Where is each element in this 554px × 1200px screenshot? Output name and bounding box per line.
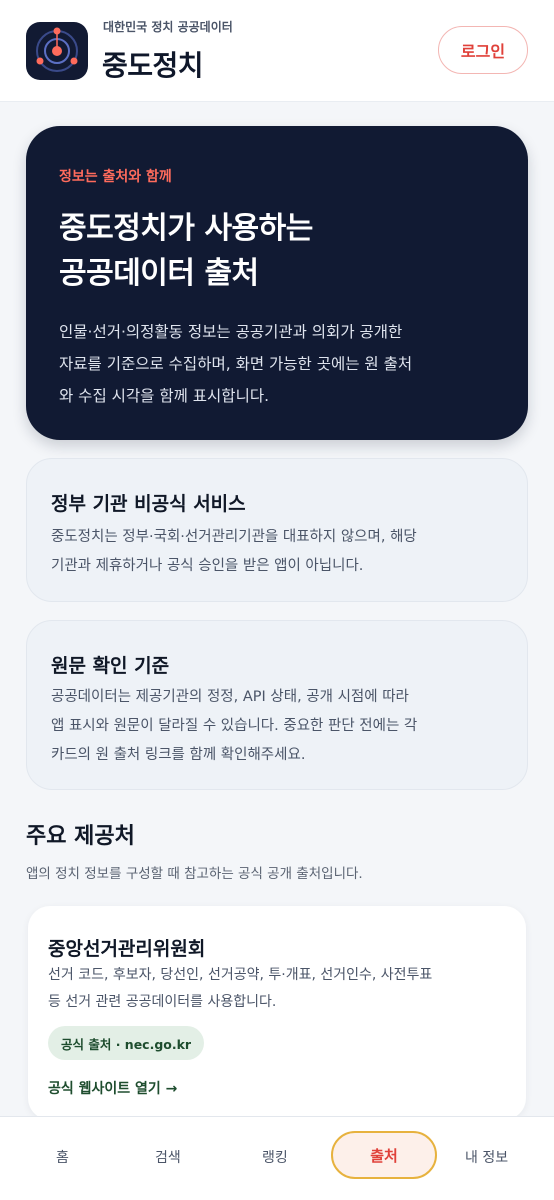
- card-desc-line: 기관과 제휴하거나 공식 승인을 받은 앱이 아닙니다.: [51, 558, 364, 574]
- hero-description: 인물·선거·의정활동 정보는 공공기관과 의회가 공개한 자료를 기준으로 수집…: [59, 316, 509, 412]
- hero-desc-line: 인물·선거·의정활동 정보는 공공기관과 의회가 공개한: [59, 323, 403, 341]
- org-label: 대한민국 정치 공공데이터: [103, 20, 233, 34]
- card-desc-line: 카드의 원 출처 링크를 함께 확인해주세요.: [51, 747, 306, 763]
- card-title: 원문 확인 기준: [51, 655, 170, 677]
- hero-title-line: 중도정치가 사용하는: [59, 211, 313, 246]
- sources-section-title: 주요 제공처: [26, 824, 135, 849]
- source-desc-line: 선거 코드, 후보자, 당선인, 선거공약, 투·개표, 선거인수, 사전투표: [48, 967, 433, 983]
- hero-eyebrow: 정보는 출처와 함께: [59, 169, 172, 185]
- card-title: 정부 기관 비공식 서비스: [51, 493, 246, 515]
- official-source-badge: 공식 출처 · nec.go.kr: [48, 1026, 205, 1060]
- hero-title-line: 공공데이터 출처: [59, 256, 259, 291]
- card-desc-line: 중도정치는 정부·국회·선거관리기관을 대표하지 않으며, 해당: [51, 529, 417, 545]
- app-title: 중도정치: [102, 49, 204, 82]
- card-description: 공공데이터는 제공기관의 정정, API 상태, 공개 시점에 따라 앱 표시와…: [51, 683, 511, 770]
- hero-card: 정보는 출처와 함께 중도정치가 사용하는 공공데이터 출처 인물·선거·의정활…: [26, 126, 528, 440]
- tab-my-info[interactable]: 내 정보: [465, 1147, 508, 1167]
- official-website-link[interactable]: 공식 웹사이트 열기 →: [48, 1078, 177, 1098]
- bottom-tab-bar: 홈 검색 랭킹 출처 내 정보: [0, 1116, 554, 1200]
- hero-title: 중도정치가 사용하는 공공데이터 출처: [59, 206, 313, 296]
- unofficial-notice-card: 정부 기관 비공식 서비스 중도정치는 정부·국회·선거관리기관을 대표하지 않…: [26, 458, 528, 602]
- source-desc-line: 등 선거 관련 공공데이터를 사용합니다.: [48, 994, 277, 1010]
- source-card: 중앙선거관리위원회 선거 코드, 후보자, 당선인, 선거공약, 투·개표, 선…: [28, 906, 526, 1120]
- source-name: 중앙선거관리위원회: [48, 938, 206, 960]
- tab-home[interactable]: 홈: [56, 1147, 69, 1167]
- hero-desc-line: 와 수집 시각을 함께 표시합니다.: [59, 387, 270, 405]
- card-desc-line: 공공데이터는 제공기관의 정정, API 상태, 공개 시점에 따라: [51, 689, 409, 705]
- app-logo-icon: [26, 22, 88, 80]
- tab-sources[interactable]: 출처: [331, 1131, 437, 1179]
- card-description: 중도정치는 정부·국회·선거관리기관을 대표하지 않으며, 해당 기관과 제휴하…: [51, 523, 511, 581]
- verify-notice-card: 원문 확인 기준 공공데이터는 제공기관의 정정, API 상태, 공개 시점에…: [26, 620, 528, 790]
- hero-desc-line: 자료를 기준으로 수집하며, 화면 가능한 곳에는 원 출처: [59, 355, 413, 373]
- tab-ranking[interactable]: 랭킹: [262, 1147, 288, 1167]
- login-button[interactable]: 로그인: [438, 26, 528, 74]
- sources-section-subtitle: 앱의 정치 정보를 구성할 때 참고하는 공식 공개 출처입니다.: [26, 866, 363, 882]
- app-header: 대한민국 정치 공공데이터 중도정치 로그인: [0, 0, 554, 102]
- card-desc-line: 앱 표시와 원문이 달라질 수 있습니다. 중요한 판단 전에는 각: [51, 718, 418, 734]
- tab-search[interactable]: 검색: [155, 1147, 181, 1167]
- source-description: 선거 코드, 후보자, 당선인, 선거공약, 투·개표, 선거인수, 사전투표 …: [48, 962, 508, 1016]
